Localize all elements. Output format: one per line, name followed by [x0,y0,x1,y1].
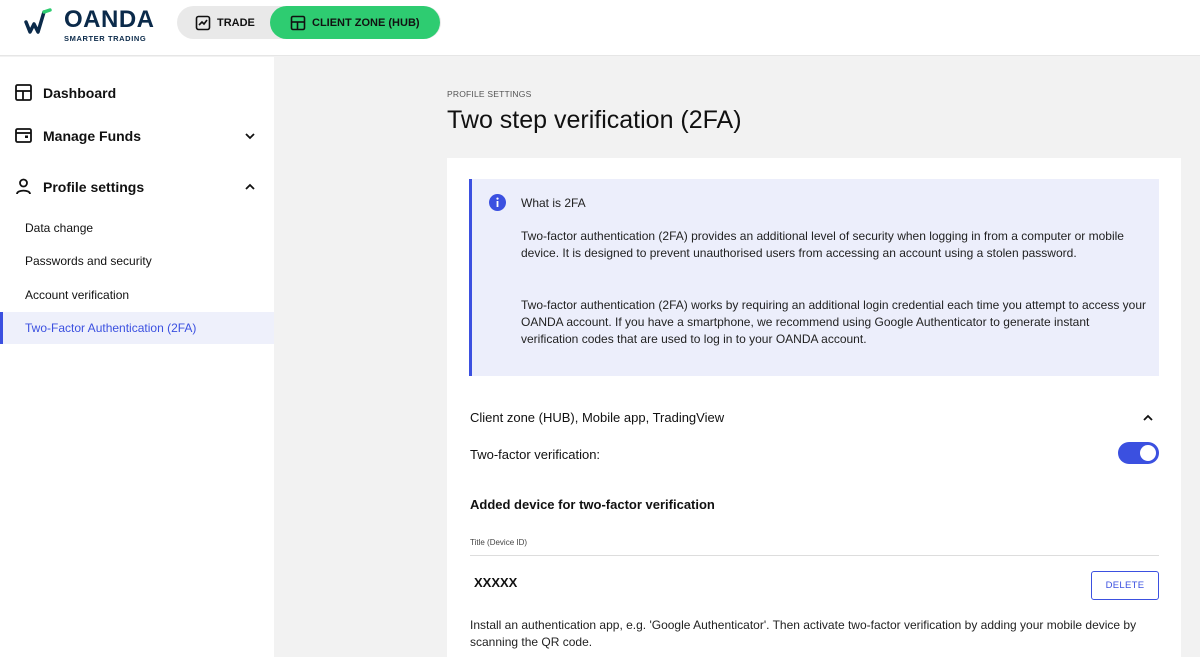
sidebar-subitem-2fa[interactable]: Two-Factor Authentication (2FA) [0,312,274,344]
tab-client-zone[interactable]: CLIENT ZONE (HUB) [270,6,440,39]
tab-trade[interactable]: TRADE [195,6,275,39]
oanda-logo-mark-icon [24,8,52,34]
trend-chart-icon [195,15,211,30]
chevron-up-icon[interactable] [243,180,257,194]
chevron-down-icon[interactable] [243,129,257,143]
sidebar-subitem-account-verification[interactable]: Account verification [0,279,274,311]
tab-client-zone-label: CLIENT ZONE (HUB) [312,16,420,29]
two-factor-toggle[interactable] [1118,442,1159,464]
sidebar: Dashboard Manage Funds Profile settings … [0,57,274,657]
top-header: OANDA SMARTER TRADING TRADE CLIENT ZONE … [0,0,1200,56]
info-box: What is 2FA Two-factor authentication (2… [469,179,1159,376]
info-icon [489,194,506,211]
user-icon [16,178,31,195]
devices-title: Added device for two-factor verification [470,497,715,512]
sidebar-item-label: Manage Funds [43,127,142,144]
info-title: What is 2FA [521,196,586,210]
toggle-knob [1140,445,1156,461]
info-paragraph-1: Two-factor authentication (2FA) provides… [521,229,1124,260]
device-name: XXXXX [474,575,518,590]
sidebar-item-dashboard[interactable]: Dashboard [14,83,116,102]
section-title[interactable]: Client zone (HUB), Mobile app, TradingVi… [470,410,724,425]
divider [470,555,1159,556]
breadcrumb: PROFILE SETTINGS [447,89,532,99]
settings-card: What is 2FA Two-factor authentication (2… [447,158,1181,657]
two-factor-toggle-label: Two-factor verification: [470,447,601,462]
delete-button[interactable]: DELETE [1091,571,1159,600]
sidebar-item-label: Dashboard [43,84,117,101]
tab-trade-label: TRADE [217,16,255,29]
sidebar-item-manage-funds[interactable]: Manage Funds [14,126,141,145]
wallet-icon [15,128,32,143]
sidebar-item-label: Profile settings [43,178,145,195]
install-instructions: Install an authentication app, e.g. 'Goo… [470,618,1137,649]
sidebar-subitem-data-change[interactable]: Data change [0,212,274,244]
dashboard-icon [15,84,32,101]
sidebar-item-profile-settings[interactable]: Profile settings [14,177,144,196]
oanda-logo[interactable]: OANDA SMARTER TRADING [24,8,155,43]
info-paragraph-2: Two-factor authentication (2FA) works by… [521,298,1146,346]
platform-switcher: TRADE CLIENT ZONE (HUB) [177,6,441,39]
logo-wordmark: OANDA [64,6,155,33]
page-title: Two step verification (2FA) [447,106,742,134]
sidebar-subitem-passwords-security[interactable]: Passwords and security [0,245,274,277]
chevron-up-icon[interactable] [1141,411,1155,425]
logo-tagline: SMARTER TRADING [64,34,147,43]
dashboard-icon [290,15,306,30]
column-header-device-id: Title (Device ID) [470,538,528,547]
